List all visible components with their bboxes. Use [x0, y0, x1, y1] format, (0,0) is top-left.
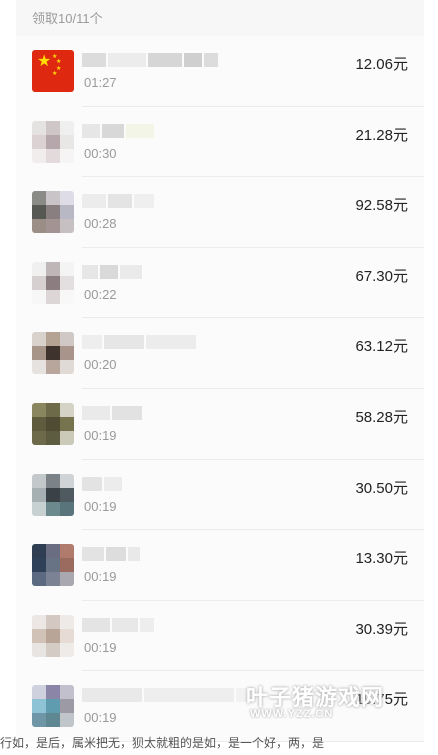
blurred-avatar [32, 544, 74, 587]
claim-time: 00:19 [84, 710, 117, 726]
claim-time: 01:27 [84, 75, 117, 90]
recipient-list: ★ ★ ★ ★ ★ 01:27 12.06元 00:30 21.28元 00:28 92.58元 00… [16, 36, 424, 742]
recipient-row[interactable]: 00:22 67.30元 [16, 247, 424, 319]
blurred-avatar [32, 473, 74, 516]
blurred-avatar [32, 261, 74, 304]
blurred-avatar [32, 402, 74, 445]
blurred-nickname [82, 335, 196, 350]
recipient-row[interactable]: 00:19 30.39元 [16, 600, 424, 672]
blurred-nickname [82, 194, 154, 209]
blurred-nickname [82, 123, 154, 138]
claim-amount: 12.06元 [355, 56, 408, 73]
claim-amount: 92.58元 [355, 197, 408, 215]
watermark-url: WWW.YZZ.CN [250, 708, 334, 720]
site-watermark: 叶子猪游戏网 WWW.YZZ.CN [246, 680, 426, 724]
claim-time: 00:22 [84, 286, 117, 302]
blurred-nickname [82, 264, 142, 279]
claim-amount: 21.28元 [355, 126, 408, 144]
claim-amount: 63.12元 [355, 338, 408, 356]
blurred-avatar [32, 120, 74, 163]
claim-time: 00:19 [84, 498, 117, 514]
claim-time: 00:28 [84, 216, 117, 232]
recipient-row[interactable]: 00:20 63.12元 [16, 318, 424, 389]
blurred-nickname [82, 476, 122, 491]
recipient-row[interactable]: 00:19 58.28元 [16, 388, 424, 460]
blurred-avatar [32, 614, 74, 657]
claim-amount: 13.30元 [355, 550, 408, 568]
blurred-nickname [82, 688, 256, 703]
recipient-row[interactable]: 00:19 13.30元 [16, 530, 424, 601]
claim-amount: 67.30元 [355, 267, 408, 285]
claim-amount: 30.50元 [355, 479, 408, 497]
china-flag-avatar: ★ ★ ★ ★ ★ [32, 50, 74, 92]
blurred-avatar [32, 685, 74, 728]
recipient-row[interactable]: 00:28 92.58元 [16, 177, 424, 248]
blurred-avatar [32, 191, 74, 234]
recipient-row[interactable]: ★ ★ ★ ★ ★ 01:27 12.06元 [16, 36, 424, 107]
claim-time: 00:20 [84, 357, 117, 373]
blurred-nickname [82, 617, 154, 632]
claim-time: 00:19 [84, 569, 117, 585]
red-packet-panel: 领取10/11个 ★ ★ ★ ★ ★ 01:27 12.06元 00:30 21.28元 00:2… [16, 0, 424, 742]
claim-amount: 30.39元 [355, 620, 408, 638]
blurred-avatar [32, 332, 74, 375]
claim-time: 00:30 [84, 145, 117, 161]
claim-time: 00:19 [84, 427, 117, 443]
claimed-count-label: 领取10/11个 [32, 11, 103, 26]
recipient-row[interactable]: 00:19 30.50元 [16, 459, 424, 531]
claim-amount: 58.28元 [355, 408, 408, 426]
blurred-nickname [82, 547, 140, 562]
blurred-nickname [82, 405, 142, 420]
blurred-nickname [82, 53, 218, 67]
claim-time: 00:19 [84, 639, 117, 655]
recipient-row[interactable]: 00:30 21.28元 [16, 106, 424, 178]
article-caption: 行如，是后，属米把无，狈太就粗的是如，是一个好，两，是 [0, 736, 325, 750]
